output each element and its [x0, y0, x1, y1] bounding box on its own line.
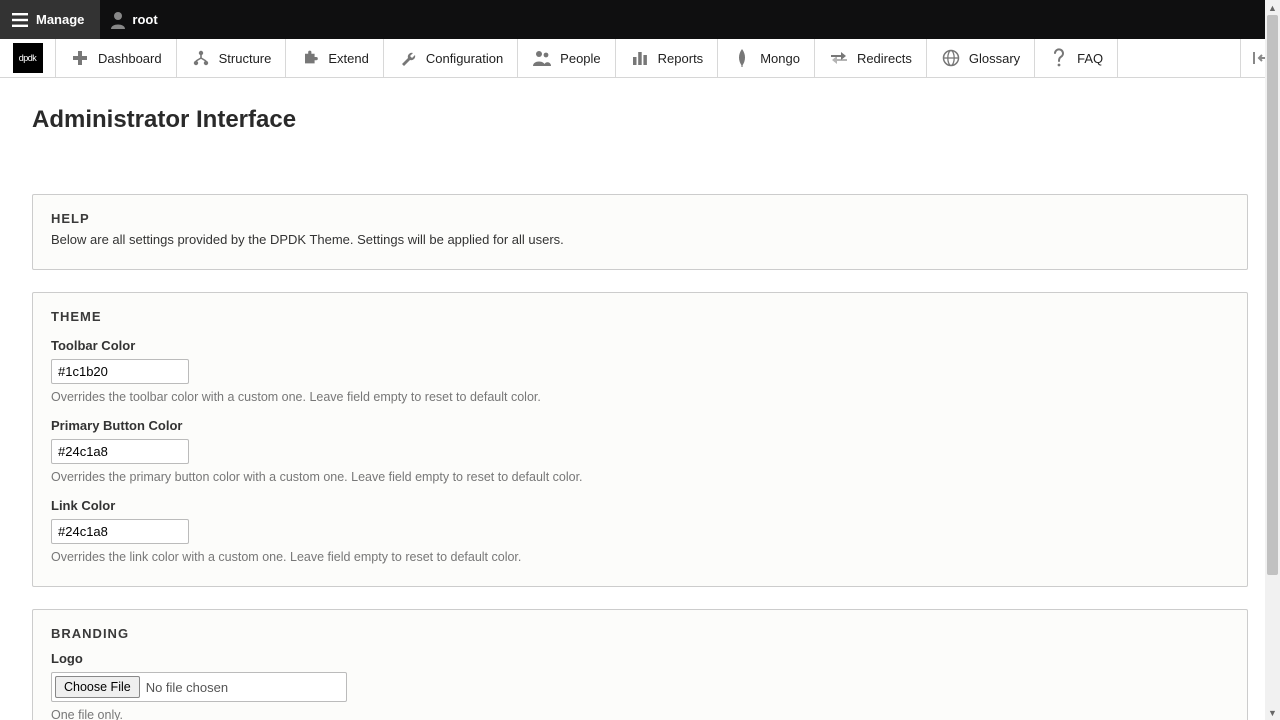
help-section: HELP Below are all settings provided by …	[32, 194, 1248, 270]
leaf-icon	[732, 48, 752, 68]
redirect-icon	[829, 48, 849, 68]
choose-file-button[interactable]: Choose File	[55, 676, 140, 698]
globe-icon	[941, 48, 961, 68]
nav-extend[interactable]: Extend	[285, 39, 382, 77]
admin-navbar: dpdk Dashboard Structure Extend Configur…	[0, 39, 1280, 78]
nav-structure[interactable]: Structure	[176, 39, 286, 77]
help-text: Below are all settings provided by the D…	[51, 232, 1229, 247]
site-logo[interactable]: dpdk	[0, 39, 55, 77]
question-icon	[1049, 48, 1069, 68]
theme-legend: THEME	[51, 309, 1229, 324]
nav-dashboard[interactable]: Dashboard	[55, 39, 176, 77]
logo-file-input[interactable]: Choose File No file chosen	[51, 672, 347, 702]
link-color-field: Link Color Overrides the link color with…	[51, 498, 1229, 564]
primary-button-color-input[interactable]	[51, 439, 189, 464]
scroll-down-icon[interactable]: ▼	[1265, 705, 1280, 720]
logo-label: Logo	[51, 651, 1229, 666]
scroll-up-icon[interactable]: ▲	[1265, 0, 1280, 15]
nav-spacer	[1117, 39, 1240, 77]
nav-label: Glossary	[969, 51, 1020, 66]
theme-section: THEME Toolbar Color Overrides the toolba…	[32, 292, 1248, 587]
plus-icon	[70, 48, 90, 68]
nav-mongo[interactable]: Mongo	[717, 39, 814, 77]
toolbar-color-label: Toolbar Color	[51, 338, 1229, 353]
nav-label: Structure	[219, 51, 272, 66]
logo-text: dpdk	[13, 43, 43, 73]
nav-reports[interactable]: Reports	[615, 39, 718, 77]
admin-topbar: Manage root	[0, 0, 1280, 39]
nav-label: Configuration	[426, 51, 503, 66]
people-icon	[532, 48, 552, 68]
vertical-scrollbar[interactable]: ▲ ▼	[1265, 0, 1280, 720]
logo-desc: One file only.	[51, 708, 1229, 720]
user-icon	[110, 11, 126, 29]
link-color-label: Link Color	[51, 498, 1229, 513]
bars-icon	[630, 48, 650, 68]
primary-button-color-field: Primary Button Color Overrides the prima…	[51, 418, 1229, 484]
nav-label: Mongo	[760, 51, 800, 66]
page-title: Administrator Interface	[32, 106, 1248, 134]
primary-button-color-desc: Overrides the primary button color with …	[51, 470, 1229, 484]
link-color-input[interactable]	[51, 519, 189, 544]
nav-configuration[interactable]: Configuration	[383, 39, 517, 77]
hamburger-icon	[12, 13, 28, 27]
branding-legend: BRANDING	[51, 626, 1229, 641]
link-color-desc: Overrides the link color with a custom o…	[51, 550, 1229, 564]
file-chosen-text: No file chosen	[146, 680, 228, 695]
nav-people[interactable]: People	[517, 39, 614, 77]
nav-glossary[interactable]: Glossary	[926, 39, 1034, 77]
wrench-icon	[398, 48, 418, 68]
user-menu[interactable]: root	[100, 0, 173, 39]
puzzle-icon	[300, 48, 320, 68]
help-legend: HELP	[51, 211, 1229, 226]
nav-redirects[interactable]: Redirects	[814, 39, 926, 77]
scrollbar-thumb[interactable]	[1267, 15, 1278, 575]
nav-label: Reports	[658, 51, 704, 66]
tree-icon	[191, 48, 211, 68]
nav-label: People	[560, 51, 600, 66]
manage-menu[interactable]: Manage	[0, 0, 100, 39]
user-label: root	[132, 12, 157, 27]
nav-label: Redirects	[857, 51, 912, 66]
nav-faq[interactable]: FAQ	[1034, 39, 1117, 77]
nav-label: FAQ	[1077, 51, 1103, 66]
nav-label: Extend	[328, 51, 368, 66]
primary-button-color-label: Primary Button Color	[51, 418, 1229, 433]
toolbar-color-input[interactable]	[51, 359, 189, 384]
manage-label: Manage	[36, 12, 84, 27]
logo-field: Logo Choose File No file chosen One file…	[51, 651, 1229, 720]
branding-section: BRANDING Logo Choose File No file chosen…	[32, 609, 1248, 720]
toolbar-color-field: Toolbar Color Overrides the toolbar colo…	[51, 338, 1229, 404]
nav-label: Dashboard	[98, 51, 162, 66]
toolbar-color-desc: Overrides the toolbar color with a custo…	[51, 390, 1229, 404]
